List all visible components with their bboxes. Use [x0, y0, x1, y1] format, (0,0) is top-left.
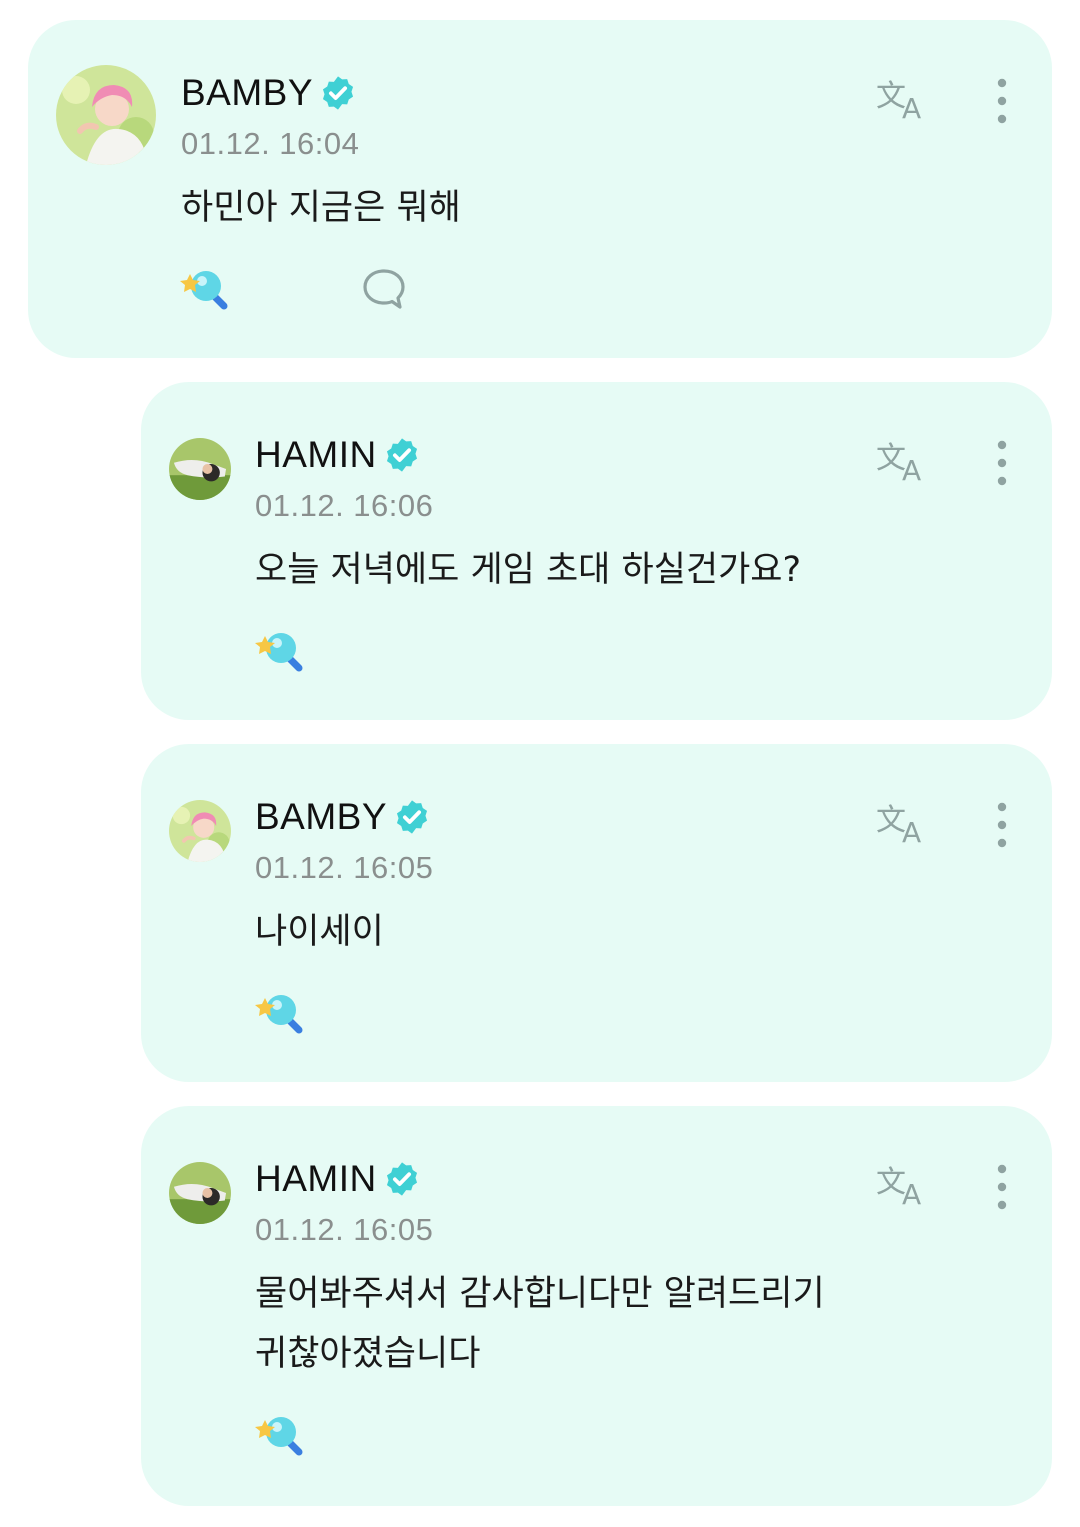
lying-in-grass-avatar-icon: [169, 1162, 231, 1224]
reply-card: HAMIN 01.12. 16:06 오늘 저녁에도 게임 초대 하실건가요? …: [141, 382, 1052, 720]
lightstick-reaction-icon[interactable]: [255, 1412, 307, 1456]
svg-text:A: A: [902, 92, 921, 122]
post-timestamp: 01.12. 16:05: [255, 1212, 434, 1247]
author-name: HAMIN: [255, 434, 377, 475]
post-message: 오늘 저녁에도 게임 초대 하실건가요?: [255, 550, 802, 590]
author-name: BAMBY: [181, 72, 314, 113]
verified-badge-icon: [319, 74, 357, 112]
post-timestamp: 01.12. 16:05: [255, 850, 434, 885]
avatar[interactable]: [169, 800, 231, 862]
post-timestamp: 01.12. 16:04: [181, 126, 360, 161]
reply-card: BAMBY 01.12. 16:05 나이세이 文A: [141, 744, 1052, 1082]
post-message: 하민아 지금은 뭐해: [181, 188, 461, 228]
translate-icon[interactable]: 文A: [874, 72, 934, 122]
post-card: BAMBY 01.12. 16:04 하민아 지금은 뭐해 文A: [28, 20, 1052, 358]
comment-bubble-icon[interactable]: [362, 267, 406, 311]
more-vertical-icon[interactable]: [987, 76, 1017, 126]
author-name: BAMBY: [255, 796, 388, 837]
translate-icon[interactable]: 文A: [874, 796, 934, 846]
post-message: 나이세이: [255, 912, 384, 952]
svg-text:A: A: [902, 1178, 921, 1208]
lightstick-reaction-icon[interactable]: [255, 628, 307, 672]
svg-text:A: A: [902, 816, 921, 846]
avatar[interactable]: [56, 65, 156, 165]
verified-badge-icon: [383, 1160, 421, 1198]
svg-text:A: A: [902, 454, 921, 484]
avatar[interactable]: [169, 1162, 231, 1224]
post-timestamp: 01.12. 16:06: [255, 488, 434, 523]
pink-hair-artist-avatar-icon: [56, 65, 156, 165]
translate-icon[interactable]: 文A: [874, 434, 934, 484]
lightstick-reaction-icon[interactable]: [180, 266, 232, 310]
avatar[interactable]: [169, 438, 231, 500]
verified-badge-icon: [383, 436, 421, 474]
pink-hair-artist-avatar-icon: [169, 800, 231, 862]
verified-badge-icon: [393, 798, 431, 836]
post-message-line-1: 물어봐주셔서 감사합니다만 알려드리기: [255, 1274, 825, 1314]
lying-in-grass-avatar-icon: [169, 438, 231, 500]
more-vertical-icon[interactable]: [987, 800, 1017, 850]
reply-card: HAMIN 01.12. 16:05 물어봐주셔서 감사합니다만 알려드리기 귀…: [141, 1106, 1052, 1506]
author-name: HAMIN: [255, 1158, 377, 1199]
more-vertical-icon[interactable]: [987, 438, 1017, 488]
post-message-line-2: 귀찮아졌습니다: [255, 1334, 481, 1374]
translate-icon[interactable]: 文A: [874, 1158, 934, 1208]
more-vertical-icon[interactable]: [987, 1162, 1017, 1212]
lightstick-reaction-icon[interactable]: [255, 990, 307, 1034]
